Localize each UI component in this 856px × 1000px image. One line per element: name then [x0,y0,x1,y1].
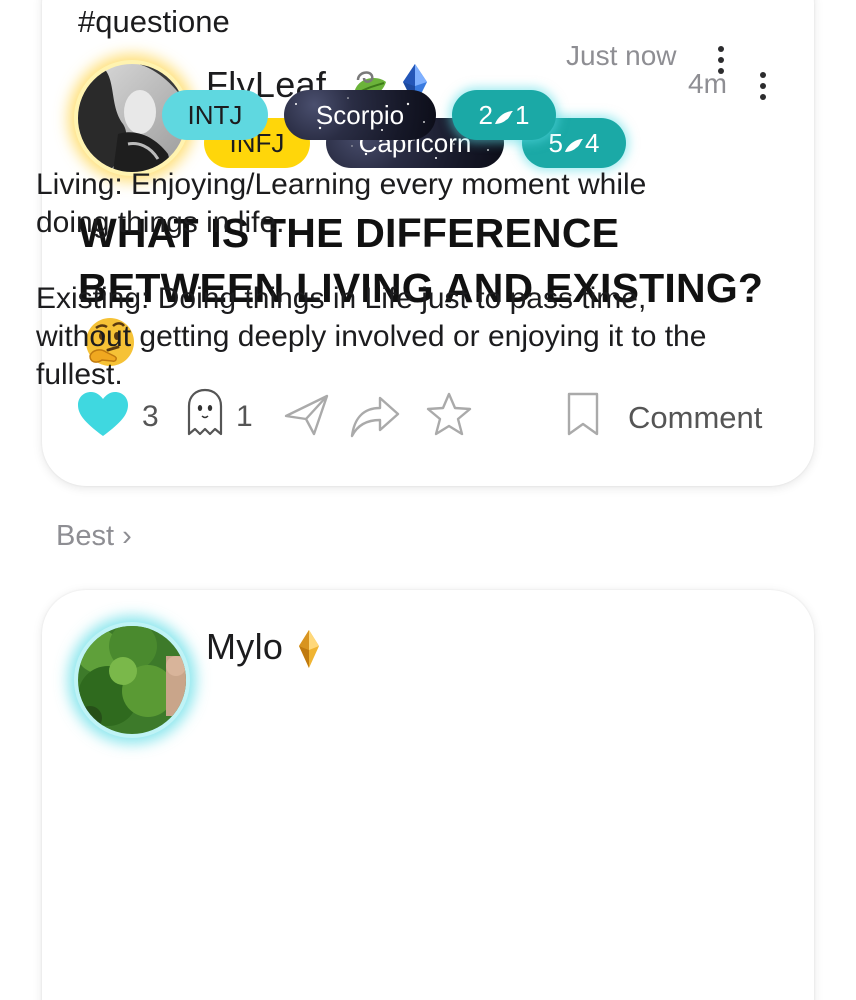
reply-card[interactable]: Mylo [42,590,814,1000]
zodiac-label: Scorpio [315,100,405,130]
zodiac-badge[interactable]: Scorpio [284,90,436,140]
ghost-icon[interactable] [186,388,224,443]
reply-body: Living: Enjoying/Learning every moment w… [36,168,707,391]
hashtag[interactable]: #questione [78,4,230,40]
enneagram-wing: 1 [515,100,530,130]
enneagram-wing: 4 [585,128,600,158]
wing-icon [494,92,514,142]
ghost-count: 1 [236,400,253,433]
send-icon[interactable] [284,394,330,441]
bookmark-icon[interactable] [566,392,600,441]
heart-icon[interactable] [78,392,128,443]
reply-time: Just now [566,40,677,71]
more-options-icon[interactable] [715,46,727,76]
sort-label: Best [56,520,115,552]
sort-selector[interactable]: Best › [56,520,132,553]
author-name[interactable]: Mylo [206,626,283,668]
gold-crystal-icon [298,630,320,673]
wing-icon [564,120,584,170]
mbti-badge[interactable]: INTJ [162,90,268,140]
enneagram-badge[interactable]: 21 [452,90,556,140]
post-actions: 3 1 Comment [78,388,782,443]
avatar[interactable] [78,626,186,734]
comment-button[interactable]: Comment [628,400,762,436]
share-icon[interactable] [350,394,400,443]
more-options-icon[interactable] [757,72,769,102]
like-count: 3 [142,400,159,433]
chevron-right-icon: › [122,520,132,552]
enneagram-core: 5 [548,128,563,158]
enneagram-core: 2 [478,100,493,130]
star-icon[interactable] [426,392,472,441]
